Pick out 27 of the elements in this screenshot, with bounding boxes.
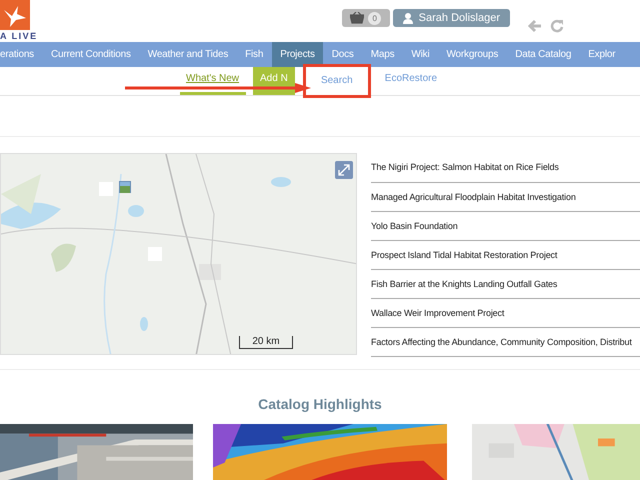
nav-tab[interactable]: Weather and Tides xyxy=(139,42,237,67)
project-link[interactable]: Yolo Basin Foundation xyxy=(371,212,640,241)
nav-tab[interactable]: Explor xyxy=(580,42,624,67)
project-link[interactable]: Prospect Island Tidal Habitat Restoration Project xyxy=(371,241,640,270)
subnav-tab[interactable]: Search xyxy=(302,64,371,98)
cart-count: 0 xyxy=(368,12,382,24)
project-link[interactable]: Fish Barrier at the Knights Landing Outfall Gates xyxy=(371,270,640,299)
project-link[interactable]: Managed Agricultural Floodplain Habitat Investigation xyxy=(371,183,640,212)
nav-tab[interactable]: Maps xyxy=(362,42,403,67)
cart-button[interactable]: 0 xyxy=(342,9,390,27)
nav-tab[interactable]: Projects xyxy=(272,42,324,67)
nav-tab[interactable]: Current Conditions xyxy=(42,42,140,67)
logo-text: A LIVE xyxy=(0,31,39,41)
subnav-tab[interactable]: EcoRestore xyxy=(370,67,452,95)
project-link[interactable]: The Nigiri Project: Salmon Habitat on Rice Fields xyxy=(371,153,640,183)
subnav-tab[interactable]: What's New xyxy=(180,67,246,95)
section-heading: Catalog Highlights xyxy=(257,396,383,414)
nav-tab[interactable]: erations xyxy=(0,42,42,67)
project-link[interactable]: Factors Affecting the Abundance, Community Composition, Distribut xyxy=(371,328,640,357)
nav-tab[interactable]: Docs xyxy=(323,42,362,67)
user-button[interactable]: Sarah Dolislager xyxy=(392,9,510,27)
project-link[interactable]: Wallace Weir Improvement Project xyxy=(371,299,640,328)
nav-tab[interactable]: Data Catalog xyxy=(506,42,580,67)
nav-tab[interactable]: Wiki xyxy=(402,42,438,67)
nav-tab[interactable]: Workgroups xyxy=(438,42,507,67)
scale-bar: 20 km xyxy=(239,336,293,349)
nav-tab[interactable]: Fish xyxy=(236,42,272,67)
